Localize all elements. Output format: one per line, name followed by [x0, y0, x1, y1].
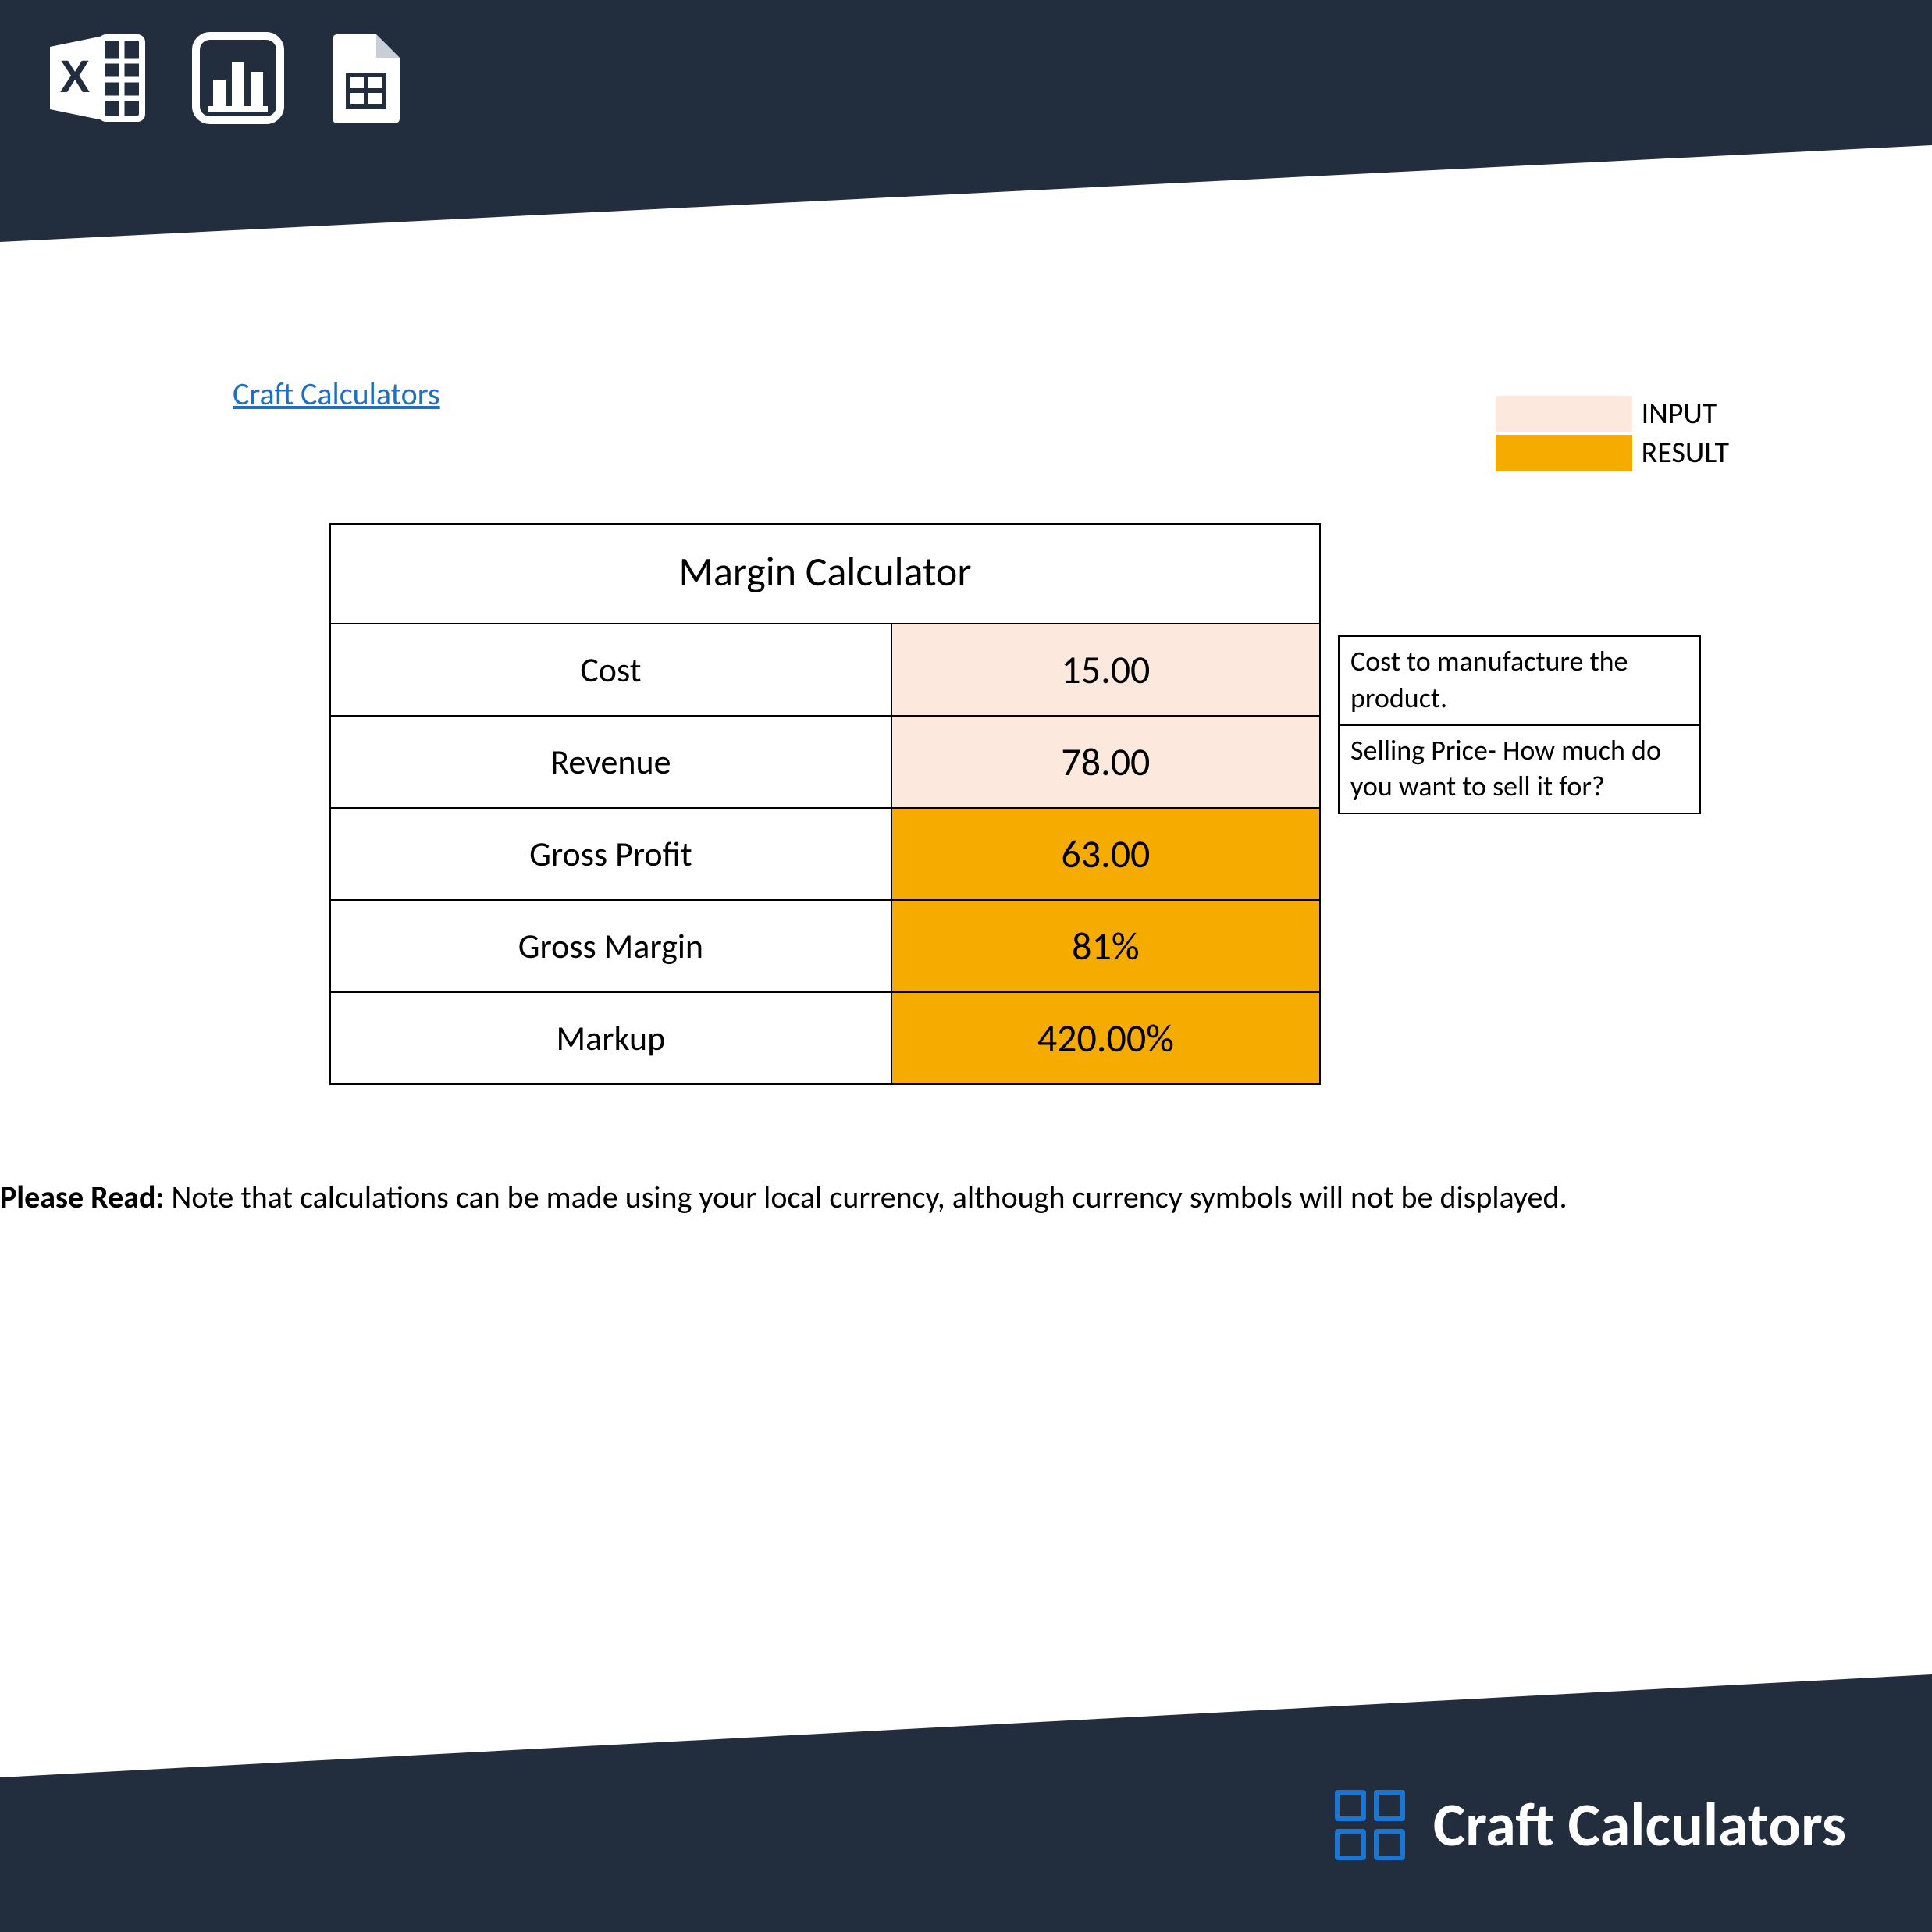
- legend-swatch-result: [1496, 435, 1632, 471]
- calculator: Margin Calculator Cost 15.00 Revenue 78.…: [329, 523, 1321, 1085]
- craft-calculators-link[interactable]: Craft Calculators: [233, 375, 440, 413]
- label-markup: Markup: [330, 992, 891, 1084]
- top-icon-row: X: [47, 31, 406, 125]
- excel-icon: X: [47, 31, 148, 125]
- legend-row-result: RESULT: [1496, 433, 1729, 472]
- label-gross-margin: Gross Margin: [330, 900, 891, 992]
- top-banner: X: [0, 0, 1932, 242]
- note-cost: Cost to manufacture the product.: [1338, 635, 1701, 726]
- row-revenue: Revenue 78.00: [330, 716, 1320, 808]
- result-markup: 420.00%: [891, 992, 1320, 1084]
- label-gross-profit: Gross Profit: [330, 808, 891, 900]
- please-read: Please Read: Note that calculations can …: [0, 1175, 1862, 1220]
- bottom-banner: Craft Calculators: [0, 1674, 1932, 1932]
- label-revenue: Revenue: [330, 716, 891, 808]
- chart-icon: [191, 31, 285, 125]
- row-gross-margin: Gross Margin 81%: [330, 900, 1320, 992]
- calculator-title: Margin Calculator: [330, 524, 1320, 624]
- footer-brand: Craft Calculators: [1335, 1788, 1846, 1862]
- legend-label-result: RESULT: [1642, 435, 1729, 471]
- result-gross-profit: 63.00: [891, 808, 1320, 900]
- legend-swatch-input: [1496, 396, 1632, 432]
- calculator-table: Margin Calculator Cost 15.00 Revenue 78.…: [329, 523, 1321, 1085]
- side-notes: Cost to manufacture the product. Selling…: [1338, 635, 1701, 814]
- svg-text:X: X: [60, 52, 91, 102]
- row-cost: Cost 15.00: [330, 624, 1320, 716]
- brand-logo-icon: [1335, 1790, 1405, 1860]
- legend: INPUT RESULT: [1496, 394, 1729, 472]
- input-revenue[interactable]: 78.00: [891, 716, 1320, 808]
- calculator-title-row: Margin Calculator: [330, 524, 1320, 624]
- row-markup: Markup 420.00%: [330, 992, 1320, 1084]
- sheets-icon: [328, 31, 406, 125]
- brand-text: Craft Calculators: [1433, 1788, 1846, 1862]
- label-cost: Cost: [330, 624, 891, 716]
- legend-row-input: INPUT: [1496, 394, 1729, 433]
- please-read-body: Note that calculations can be made using…: [164, 1178, 1567, 1216]
- legend-label-input: INPUT: [1642, 396, 1717, 432]
- result-gross-margin: 81%: [891, 900, 1320, 992]
- please-read-lead: Please Read:: [0, 1178, 164, 1216]
- row-gross-profit: Gross Profit 63.00: [330, 808, 1320, 900]
- note-revenue: Selling Price- How much do you want to s…: [1338, 726, 1701, 815]
- input-cost[interactable]: 15.00: [891, 624, 1320, 716]
